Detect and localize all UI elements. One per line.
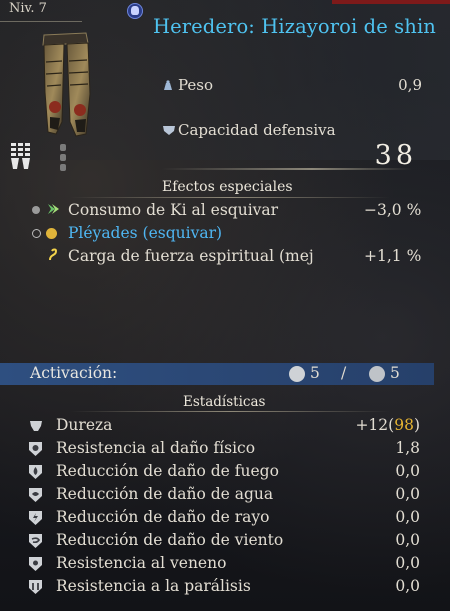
toughness-value: +12(98) — [355, 416, 420, 434]
item-title: Heredero: Hizayoroi de shin — [153, 15, 436, 38]
paralysis-resist-icon — [28, 579, 43, 595]
weight-value: 0,9 — [398, 76, 422, 94]
activation-separator: / — [341, 364, 347, 382]
activation-icon-right — [369, 366, 385, 382]
rarity-bar — [332, 0, 450, 4]
effect-slot-dot — [32, 206, 40, 214]
stat-value: 0,0 — [395, 554, 420, 572]
weight-icon — [162, 77, 174, 90]
character-badge-icon — [127, 3, 143, 19]
physical-resist-icon — [28, 441, 43, 457]
stat-value: 0,0 — [395, 531, 420, 549]
stat-label: Reducción de daño de rayo — [56, 508, 270, 526]
stat-row: Resistencia a la parálisis 0,0 — [28, 577, 420, 600]
stat-row: Reducción de daño de agua 0,0 — [28, 485, 420, 508]
stat-label: Resistencia a la parálisis — [56, 577, 251, 595]
stat-label: Reducción de daño de agua — [56, 485, 274, 503]
spirit-icon — [48, 248, 58, 266]
defense-value: 38 — [374, 140, 417, 171]
poison-resist-icon — [28, 556, 43, 572]
activation-value-left: 5 — [310, 364, 320, 382]
fire-resist-icon — [28, 464, 43, 480]
ki-arrow-icon — [46, 202, 60, 220]
stat-label: Reducción de daño de fuego — [56, 462, 279, 480]
slot-dot — [60, 164, 66, 171]
toughness-close: ) — [413, 416, 420, 434]
stat-value: 0,0 — [395, 485, 420, 503]
activation-bar: Activación: 5 / 5 — [0, 363, 434, 385]
stat-value: 0,0 — [395, 577, 420, 595]
effect-label: Consumo de Ki al esquivar — [68, 201, 279, 219]
stat-value: 0,0 — [395, 462, 420, 480]
toughness-base: +12( — [355, 416, 395, 434]
defense-label: Capacidad defensiva — [178, 121, 336, 139]
slot-dot — [60, 154, 66, 161]
stats-divider — [70, 411, 390, 412]
stat-row: Reducción de daño de fuego 0,0 — [28, 462, 420, 485]
special-effects-divider — [70, 197, 390, 198]
stat-row: Reducción de daño de rayo 0,0 — [28, 508, 420, 531]
set-effect-label: Pléyades (esquivar) — [68, 224, 223, 242]
effect-value: −3,0 % — [364, 201, 422, 219]
toughness-icon — [28, 418, 43, 434]
water-resist-icon — [28, 487, 43, 503]
activation-label: Activación: — [30, 364, 118, 382]
item-image[interactable] — [0, 22, 136, 158]
effect-label: Carga de fuerza espiritual (mej — [68, 247, 314, 265]
set-icon — [46, 228, 57, 239]
slot-dot — [60, 144, 66, 151]
armor-leggings-icon — [42, 32, 91, 137]
stat-label: Resistencia al veneno — [56, 554, 227, 572]
defense-icon — [162, 122, 175, 135]
stat-value: 1,8 — [395, 439, 420, 457]
armor-set-icon — [9, 141, 45, 175]
toughness-row: Dureza +12(98) — [28, 416, 420, 439]
activation-icon-left — [289, 366, 305, 382]
activation-value-right: 5 — [390, 364, 400, 382]
effect-value: +1,1 % — [364, 247, 422, 265]
item-level: Niv. 7 — [9, 1, 47, 16]
weight-label: Peso — [178, 76, 214, 94]
stat-row: Resistencia al daño físico 1,8 — [28, 439, 420, 462]
stat-value: 0,0 — [395, 508, 420, 526]
toughness-label: Dureza — [56, 416, 113, 434]
effect-slot-dot — [32, 229, 41, 238]
special-effects-title: Efectos especiales — [162, 179, 293, 195]
wind-resist-icon — [28, 533, 43, 549]
stat-row: Resistencia al veneno 0,0 — [28, 554, 420, 577]
stat-label: Resistencia al daño físico — [56, 439, 256, 457]
toughness-total: 98 — [394, 416, 414, 434]
lightning-resist-icon — [28, 510, 43, 526]
stat-row: Reducción de daño de viento 0,0 — [28, 531, 420, 554]
defense-row: Capacidad defensiva — [162, 121, 422, 139]
stats-title: Estadísticas — [183, 394, 266, 410]
stat-label: Reducción de daño de viento — [56, 531, 284, 549]
weight-row: Peso 0,9 — [162, 76, 422, 94]
defense-underline — [162, 168, 412, 170]
